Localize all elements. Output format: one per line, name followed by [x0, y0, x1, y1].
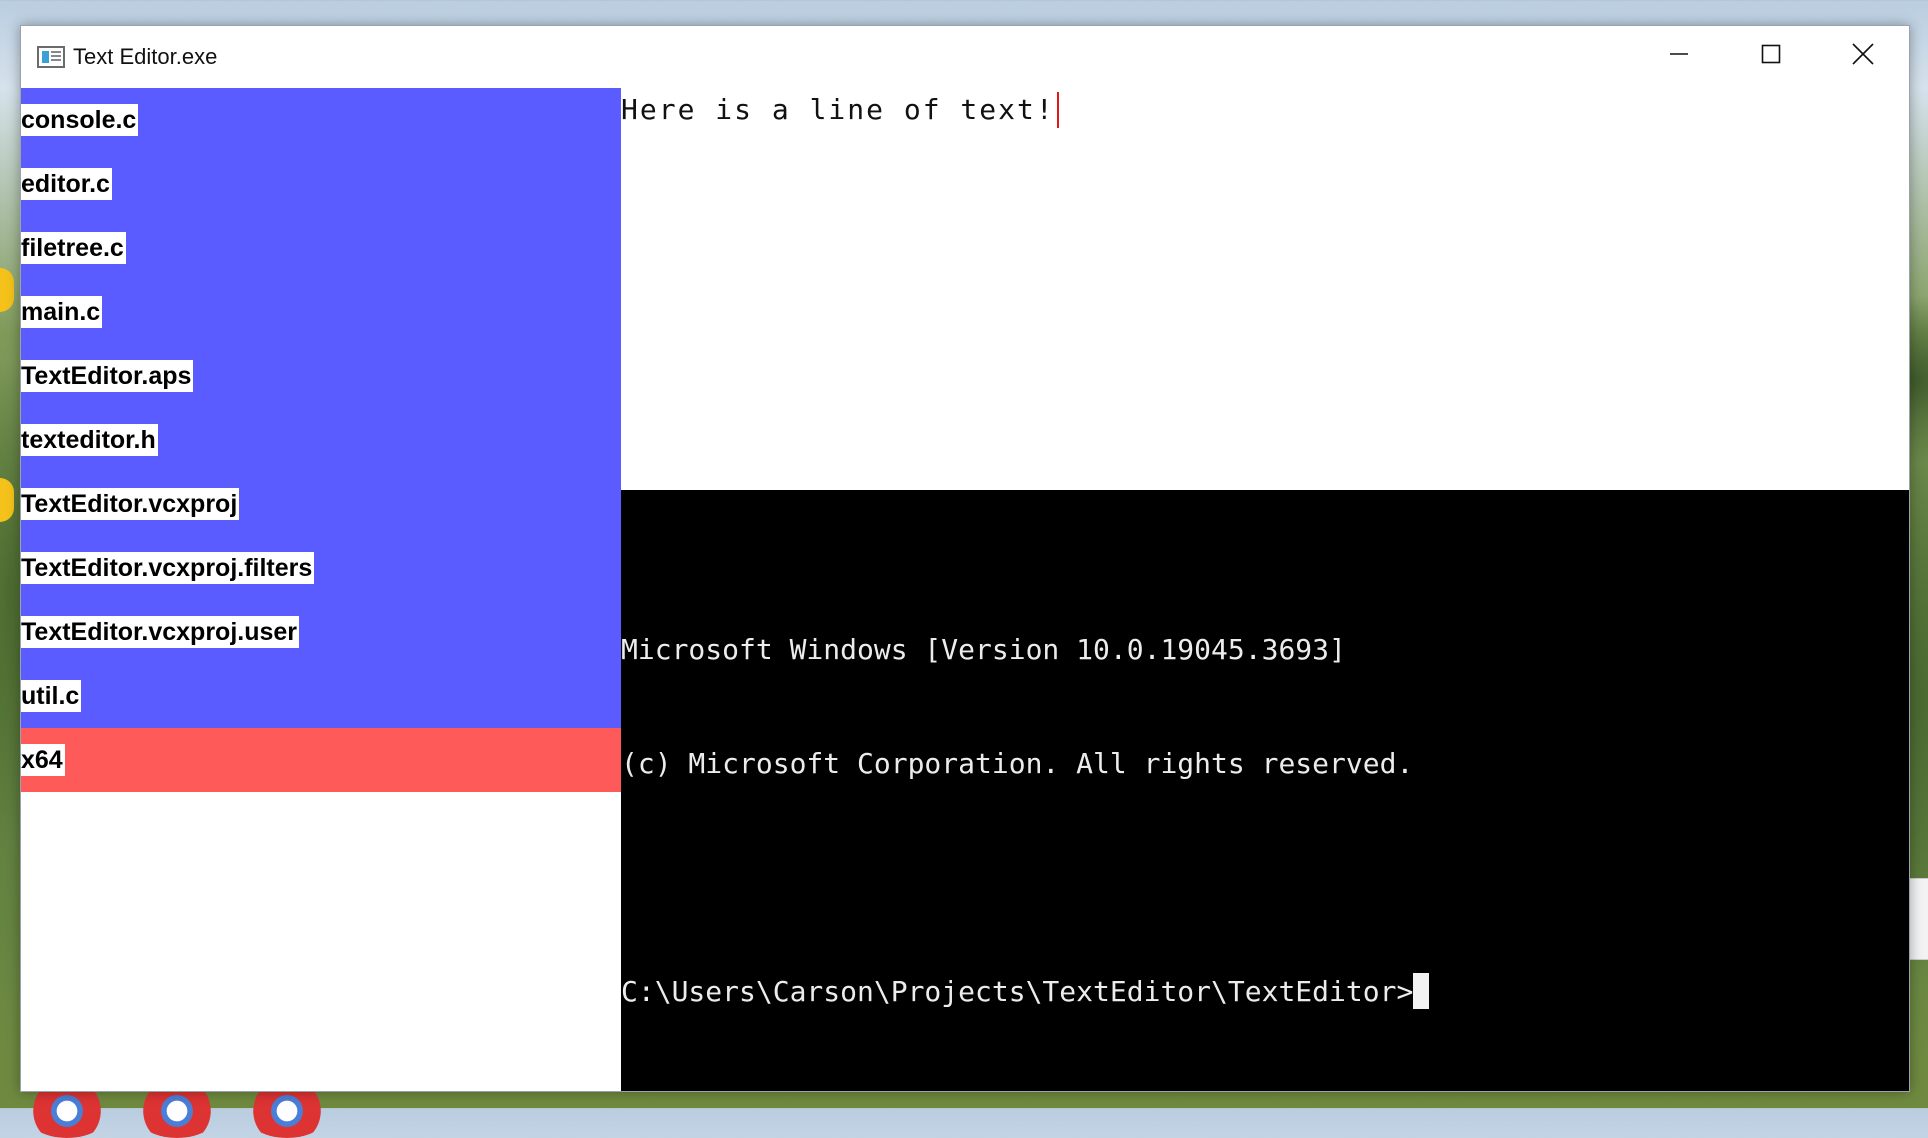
- file-tree-item[interactable]: main.c: [21, 280, 621, 344]
- minimize-icon: [1670, 53, 1688, 55]
- console-line: ​: [621, 859, 1429, 897]
- file-tree-list: console.c editor.c filetree.c main.c Tex…: [21, 88, 621, 792]
- minimize-button[interactable]: [1633, 26, 1725, 82]
- file-tree-item-label: TextEditor.aps: [21, 360, 194, 392]
- close-icon: [1852, 43, 1874, 65]
- text-caret: [1056, 92, 1059, 128]
- file-tree-item[interactable]: util.c: [21, 664, 621, 728]
- console-line: Microsoft Windows [Version 10.0.19045.36…: [621, 633, 1346, 666]
- file-tree-item-label: x64: [21, 744, 65, 776]
- file-tree-item[interactable]: TextEditor.vcxproj.filters: [21, 536, 621, 600]
- editor-line-text: Here is a line of text!: [621, 93, 1055, 126]
- file-tree-item[interactable]: TextEditor.vcxproj.user: [21, 600, 621, 664]
- console-pane[interactable]: Microsoft Windows [Version 10.0.19045.36…: [621, 490, 1909, 1091]
- desktop-panel-fragment: [1908, 878, 1928, 960]
- file-tree-item[interactable]: TextEditor.vcxproj: [21, 472, 621, 536]
- file-tree-item[interactable]: TextEditor.aps: [21, 344, 621, 408]
- file-tree-item-label: TextEditor.vcxproj.user: [21, 616, 300, 648]
- editor-pane[interactable]: Here is a line of text!: [621, 88, 1909, 490]
- file-tree-item-label: editor.c: [21, 168, 112, 200]
- console-output: Microsoft Windows [Version 10.0.19045.36…: [621, 555, 1430, 1087]
- window-title: Text Editor.exe: [73, 44, 218, 69]
- console-prompt: C:\Users\Carson\Projects\TextEditor\Text…: [621, 975, 1414, 1008]
- text-editor-window: Text Editor.exe console.c editor.c filet…: [20, 25, 1910, 1092]
- file-tree-item-label: texteditor.h: [21, 424, 158, 456]
- title-bar[interactable]: Text Editor.exe: [21, 26, 1909, 88]
- file-tree-item[interactable]: console.c: [21, 88, 621, 152]
- file-tree-item[interactable]: texteditor.h: [21, 408, 621, 472]
- file-tree-panel: console.c editor.c filetree.c main.c Tex…: [21, 88, 621, 1091]
- maximize-icon: [1761, 44, 1781, 64]
- file-tree-item[interactable]: editor.c: [21, 152, 621, 216]
- close-button[interactable]: [1817, 26, 1909, 82]
- app-icon: [37, 46, 65, 68]
- file-tree-item-label: util.c: [21, 680, 82, 712]
- file-tree-item-label: TextEditor.vcxproj: [21, 488, 240, 520]
- maximize-button[interactable]: [1725, 26, 1817, 82]
- file-tree-item[interactable]: filetree.c: [21, 216, 621, 280]
- file-tree-item-label: filetree.c: [21, 232, 126, 264]
- file-tree-item-label: TextEditor.vcxproj.filters: [21, 552, 315, 584]
- console-line: (c) Microsoft Corporation. All rights re…: [621, 747, 1414, 780]
- file-tree-item-label: main.c: [21, 296, 103, 328]
- file-tree-item-selected[interactable]: x64: [21, 728, 621, 792]
- console-cursor: [1413, 973, 1430, 1009]
- file-tree-item-label: console.c: [21, 104, 139, 136]
- console-prompt-line[interactable]: C:\Users\Carson\Projects\TextEditor\Text…: [621, 973, 1430, 1011]
- editor-line[interactable]: Here is a line of text!: [621, 92, 1059, 128]
